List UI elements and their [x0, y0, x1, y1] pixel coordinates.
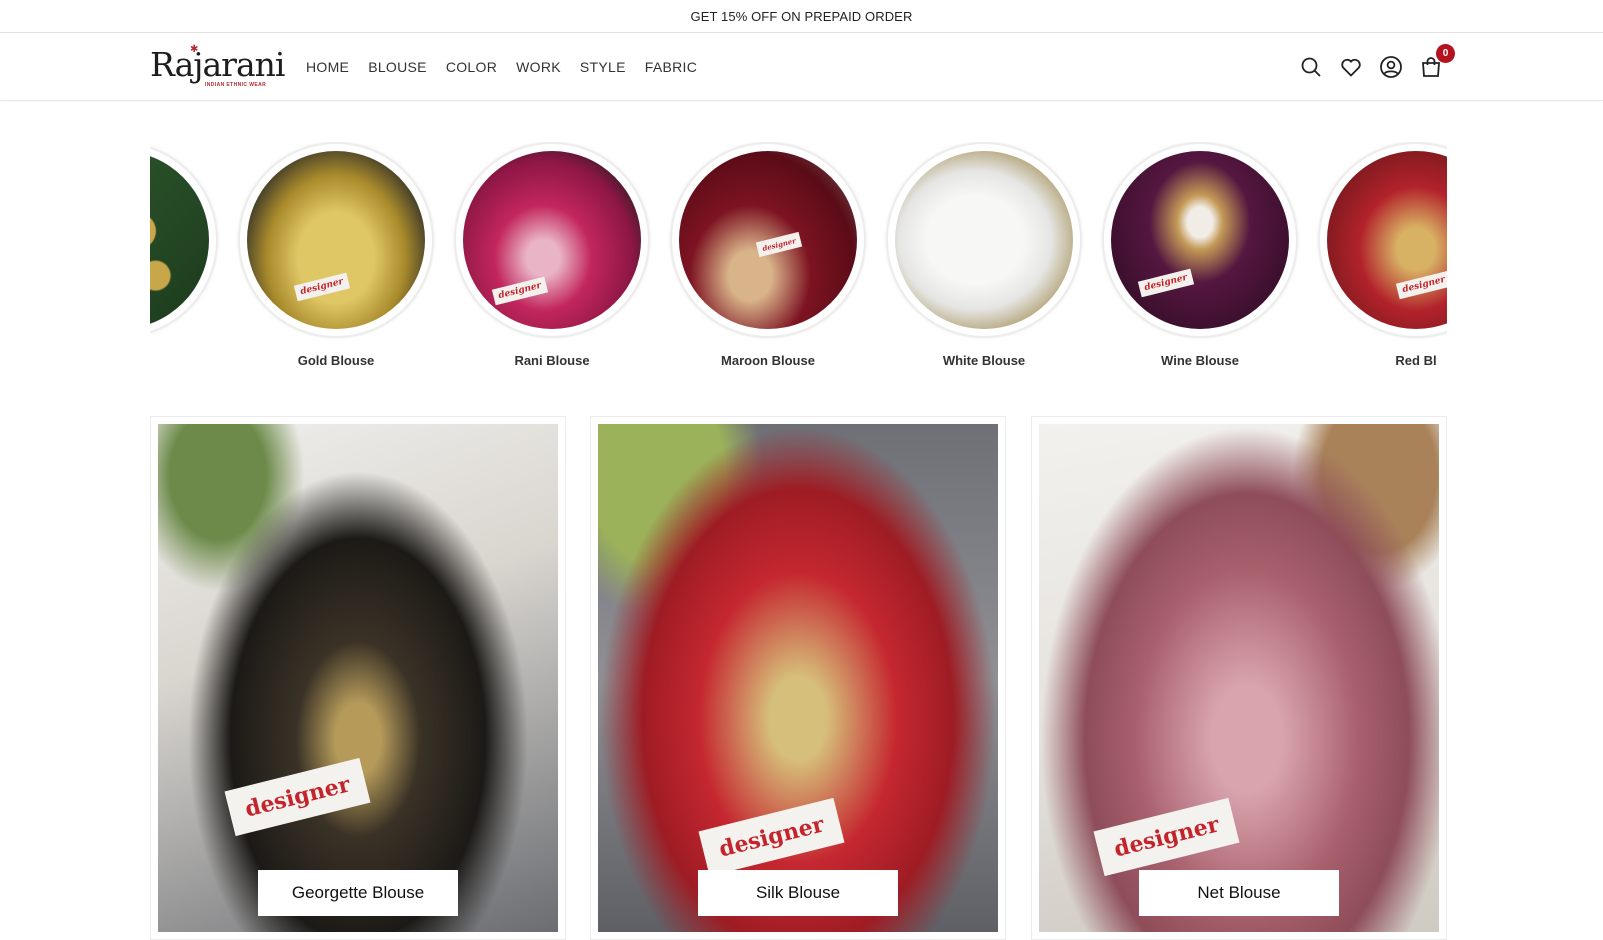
color-label: Rani Blouse: [514, 353, 590, 368]
color-item[interactable]: designer Red Bl: [1318, 142, 1447, 368]
brand-tagline: INDIAN ETHNIC WEAR: [205, 82, 267, 88]
shop-by-fabric-grid: designer Georgette Blouse designer Silk …: [150, 416, 1447, 940]
fabric-image: designer Net Blouse: [1039, 424, 1439, 932]
color-label: Maroon Blouse: [721, 353, 815, 368]
main-nav: HOME BLOUSE COLOR WORK STYLE FABRIC: [306, 33, 697, 101]
account-user-icon[interactable]: [1379, 55, 1403, 79]
color-label: Red Bl: [1395, 353, 1437, 368]
site-header: ✱ Rajarani INDIAN ETHNIC WEAR HOME BLOUS…: [0, 33, 1603, 101]
color-item[interactable]: designer Rani Blouse: [454, 142, 650, 368]
color-image: [895, 151, 1073, 329]
color-item[interactable]: designer Wine Blouse: [1102, 142, 1298, 368]
fabric-label[interactable]: Silk Blouse: [698, 870, 898, 916]
color-thumbnail: designer: [238, 142, 434, 338]
color-thumbnail: [150, 142, 218, 338]
cart-bag-icon[interactable]: 0: [1419, 44, 1455, 79]
nav-work[interactable]: WORK: [516, 59, 561, 75]
color-image: designer: [679, 151, 857, 329]
nav-home[interactable]: HOME: [306, 59, 349, 75]
color-thumbnail: designer: [670, 142, 866, 338]
color-label: Gold Blouse: [297, 353, 375, 368]
designer-tag: designer: [293, 272, 350, 302]
nav-style[interactable]: STYLE: [580, 59, 626, 75]
color-thumbnail: designer: [1318, 142, 1447, 338]
color-thumbnail: [886, 142, 1082, 338]
designer-tag: designer: [1137, 268, 1194, 298]
color-image: designer: [1327, 151, 1447, 329]
fabric-image: designer Georgette Blouse: [158, 424, 558, 932]
designer-tag: designer: [1395, 270, 1447, 300]
designer-tag: designer: [491, 276, 548, 306]
color-image: [150, 151, 209, 329]
announcement-text: GET 15% OFF ON PREPAID ORDER: [690, 8, 913, 24]
nav-color[interactable]: COLOR: [446, 59, 497, 75]
shop-by-color-carousel: se designer Gold Blouse designer Rani Bl…: [150, 142, 1447, 372]
search-icon[interactable]: [1299, 55, 1323, 79]
color-image: designer: [247, 151, 425, 329]
brand-logo[interactable]: ✱ Rajarani INDIAN ETHNIC WEAR: [150, 44, 285, 89]
color-item[interactable]: designer Maroon Blouse: [670, 142, 866, 368]
announcement-bar: GET 15% OFF ON PREPAID ORDER: [0, 0, 1603, 33]
color-item[interactable]: White Blouse: [886, 142, 1082, 368]
color-label: White Blouse: [942, 353, 1026, 368]
designer-tag: designer: [1093, 797, 1240, 877]
fabric-label[interactable]: Net Blouse: [1139, 870, 1339, 916]
fabric-card[interactable]: designer Georgette Blouse: [150, 416, 566, 940]
color-thumbnail: designer: [1102, 142, 1298, 338]
fabric-image: designer Silk Blouse: [598, 424, 998, 932]
fabric-label[interactable]: Georgette Blouse: [258, 870, 458, 916]
color-image: designer: [1111, 151, 1289, 329]
designer-tag: designer: [755, 231, 803, 258]
color-item[interactable]: designer Gold Blouse: [238, 142, 434, 368]
color-label: se: [150, 353, 218, 368]
color-image: designer: [463, 151, 641, 329]
cart-count-badge: 0: [1436, 44, 1455, 63]
nav-fabric[interactable]: FABRIC: [645, 59, 697, 75]
fabric-card[interactable]: designer Net Blouse: [1031, 416, 1447, 940]
wishlist-heart-icon[interactable]: [1339, 55, 1363, 79]
brand-name: Rajarani: [150, 45, 285, 84]
nav-blouse[interactable]: BLOUSE: [368, 59, 427, 75]
designer-tag: designer: [698, 797, 845, 877]
designer-tag: designer: [224, 757, 371, 837]
header-icons: 0: [1299, 33, 1455, 101]
fabric-card[interactable]: designer Silk Blouse: [590, 416, 1006, 940]
color-thumbnail: designer: [454, 142, 650, 338]
logo-star-icon: ✱: [190, 44, 199, 55]
color-label: Wine Blouse: [1161, 353, 1239, 368]
color-item[interactable]: se: [150, 142, 218, 368]
